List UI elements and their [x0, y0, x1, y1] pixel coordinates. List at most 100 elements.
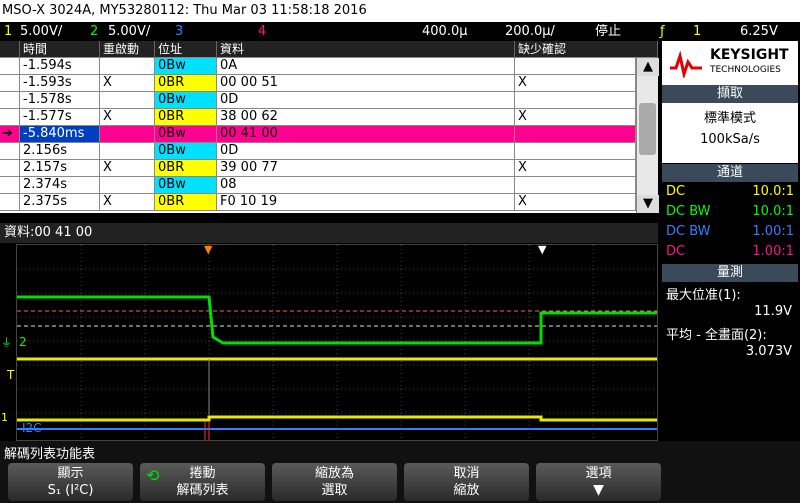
channel-row-3[interactable]: DC BW 1.00:1 [662, 222, 798, 242]
channel-probe: 1.00:1 [752, 244, 794, 259]
row-ack [515, 177, 636, 193]
table-row[interactable]: 2.156s 0Bw 0D [0, 143, 636, 160]
channel-row-1[interactable]: DC 10.0:1 [662, 182, 798, 202]
ch4-number[interactable]: 4 [258, 22, 266, 41]
table-row[interactable]: 2.157s X 0BR 39 00 77 X [0, 160, 636, 177]
row-retry: X [100, 160, 155, 176]
row-address: 0Bw [155, 177, 217, 193]
row-time: -1.578s [20, 92, 100, 108]
table-row-selected[interactable]: ➔ -5.840ms 0Bw 00 41 00 [0, 126, 636, 143]
softkey-options[interactable]: 選項 ▼ [536, 463, 661, 501]
row-address: 0BR [155, 75, 217, 91]
row-data: 39 00 77 [217, 160, 515, 176]
ch1-scale[interactable]: 5.00V/ [20, 22, 62, 41]
row-address: 0Bw [155, 126, 217, 142]
ch2-label: 2 [19, 335, 27, 349]
table-row[interactable]: 2.374s 0Bw 08 [0, 177, 636, 194]
measurements-header[interactable]: 量測 [662, 264, 798, 282]
row-arrow-icon [0, 92, 20, 108]
row-address: 0BR [155, 109, 217, 125]
cursor-position-icon[interactable]: ▼ [538, 245, 546, 256]
window-title: MSO-X 3024A, MY53280112: Thu Mar 03 11:5… [0, 0, 800, 22]
decode-list-table: 時間 重啟動 位址 資料 缺少確認 -1.594s 0Bw 0A -1.593s X 0B… [0, 41, 659, 213]
row-arrow-icon [0, 109, 20, 125]
channel-coupling: DC BW [666, 204, 711, 219]
data-readout: 資料:00 41 00 [0, 223, 658, 243]
keysight-wave-icon [670, 50, 702, 78]
row-data: 00 41 00 [217, 126, 515, 142]
table-row[interactable]: -1.594s 0Bw 0A [0, 58, 636, 75]
timebase-scale[interactable]: 400.0µ [422, 22, 468, 41]
row-retry: X [100, 109, 155, 125]
row-arrow-icon [0, 177, 20, 193]
scroll-thumb[interactable] [639, 103, 656, 155]
ch3-number[interactable]: 3 [175, 22, 183, 41]
keysight-logo: KEYSIGHT TECHNOLOGIES [662, 41, 798, 85]
row-data: F0 10 19 [217, 194, 515, 210]
trigger-delay[interactable]: 200.0µ/ [505, 22, 555, 41]
table-scrollbar[interactable]: ▲ ▼ [636, 58, 659, 213]
scroll-down-button[interactable]: ▼ [637, 195, 659, 213]
row-time: 2.157s [20, 160, 100, 176]
channel-row-4[interactable]: DC 1.00:1 [662, 242, 798, 262]
acquisition-panel: 標準模式 100kSa/s [662, 103, 798, 163]
row-ack: X [515, 75, 636, 91]
meas2-label: 平均 - 全畫面(2): [666, 328, 767, 343]
ch2-waveform [17, 295, 657, 345]
channel-probe: 10.0:1 [752, 204, 794, 219]
ch1-marker: 1 [1, 411, 8, 424]
channel-row-2[interactable]: DC BW 10.0:1 [662, 202, 798, 222]
acquisition-header[interactable]: 擷取 [662, 85, 798, 103]
col-address[interactable]: 位址 [155, 41, 217, 58]
row-data: 0D [217, 143, 515, 159]
col-missing-ack[interactable]: 缺少確認 [515, 41, 658, 58]
row-ack [515, 58, 636, 74]
softkey-zoom-select[interactable]: 縮放為 選取 [272, 463, 397, 501]
scroll-up-button[interactable]: ▲ [637, 58, 659, 76]
row-address: 0Bw [155, 58, 217, 74]
table-row[interactable]: -1.578s 0Bw 0D [0, 92, 636, 109]
ch1-bus-waveform [17, 415, 657, 422]
brand-sub: TECHNOLOGIES [710, 65, 781, 75]
row-time: -1.577s [20, 109, 100, 125]
softkey-display[interactable]: 顯示 S₁ (I²C) [8, 463, 133, 501]
ch1-number[interactable]: 1 [4, 22, 12, 41]
row-arrow-icon [0, 58, 20, 74]
row-arrow-icon [0, 160, 20, 176]
row-ack [515, 126, 636, 142]
softkey-scroll[interactable]: ⟲ 捲動 解碼列表 [140, 463, 265, 501]
waveform-display[interactable]: 2 I2C ▼ ▼ [16, 244, 658, 441]
channels-header[interactable]: 通道 [662, 164, 798, 182]
meas2-value: 3.073V [745, 344, 792, 359]
trigger-level[interactable]: 6.25V [740, 22, 778, 41]
row-ack: X [515, 194, 636, 210]
softkey-cancel-line2: 縮放 [453, 483, 480, 498]
col-data[interactable]: 資料 [217, 41, 515, 58]
row-retry [100, 92, 155, 108]
channel-coupling: DC BW [666, 224, 711, 239]
row-address: 0Bw [155, 92, 217, 108]
softkey-zoom-line1: 縮放為 [314, 466, 354, 481]
table-row[interactable]: 2.375s X 0BR F0 10 19 X [0, 194, 636, 211]
ch2-scale[interactable]: 5.00V/ [108, 22, 150, 41]
col-retry[interactable]: 重啟動 [100, 41, 155, 58]
channel-probe: 10.0:1 [752, 184, 794, 199]
softkey-options-line1: 選項 [585, 466, 612, 481]
row-arrow-icon [0, 194, 20, 210]
trigger-marker: T [7, 368, 15, 382]
trigger-position-icon[interactable]: ▼ [204, 245, 212, 256]
softkey-cancel-zoom[interactable]: 取消 縮放 [404, 463, 529, 501]
row-time: 2.374s [20, 177, 100, 193]
side-panel: KEYSIGHT TECHNOLOGIES 擷取 標準模式 100kSa/s 通… [660, 41, 800, 441]
row-retry: X [100, 194, 155, 210]
softkey-cancel-line1: 取消 [453, 466, 480, 481]
channel-coupling: DC [666, 184, 686, 199]
softkey-display-line1: 顯示 [57, 466, 84, 481]
row-retry [100, 126, 155, 142]
col-time[interactable]: 時間 [20, 41, 100, 58]
row-ack [515, 92, 636, 108]
channels-panel: DC 10.0:1 DC BW 10.0:1 DC BW 1.00:1 DC 1.00:1 [662, 182, 798, 264]
ch2-number[interactable]: 2 [90, 22, 98, 41]
table-row[interactable]: -1.593s X 0BR 00 00 51 X [0, 75, 636, 92]
table-row[interactable]: -1.577s X 0BR 38 00 62 X [0, 109, 636, 126]
